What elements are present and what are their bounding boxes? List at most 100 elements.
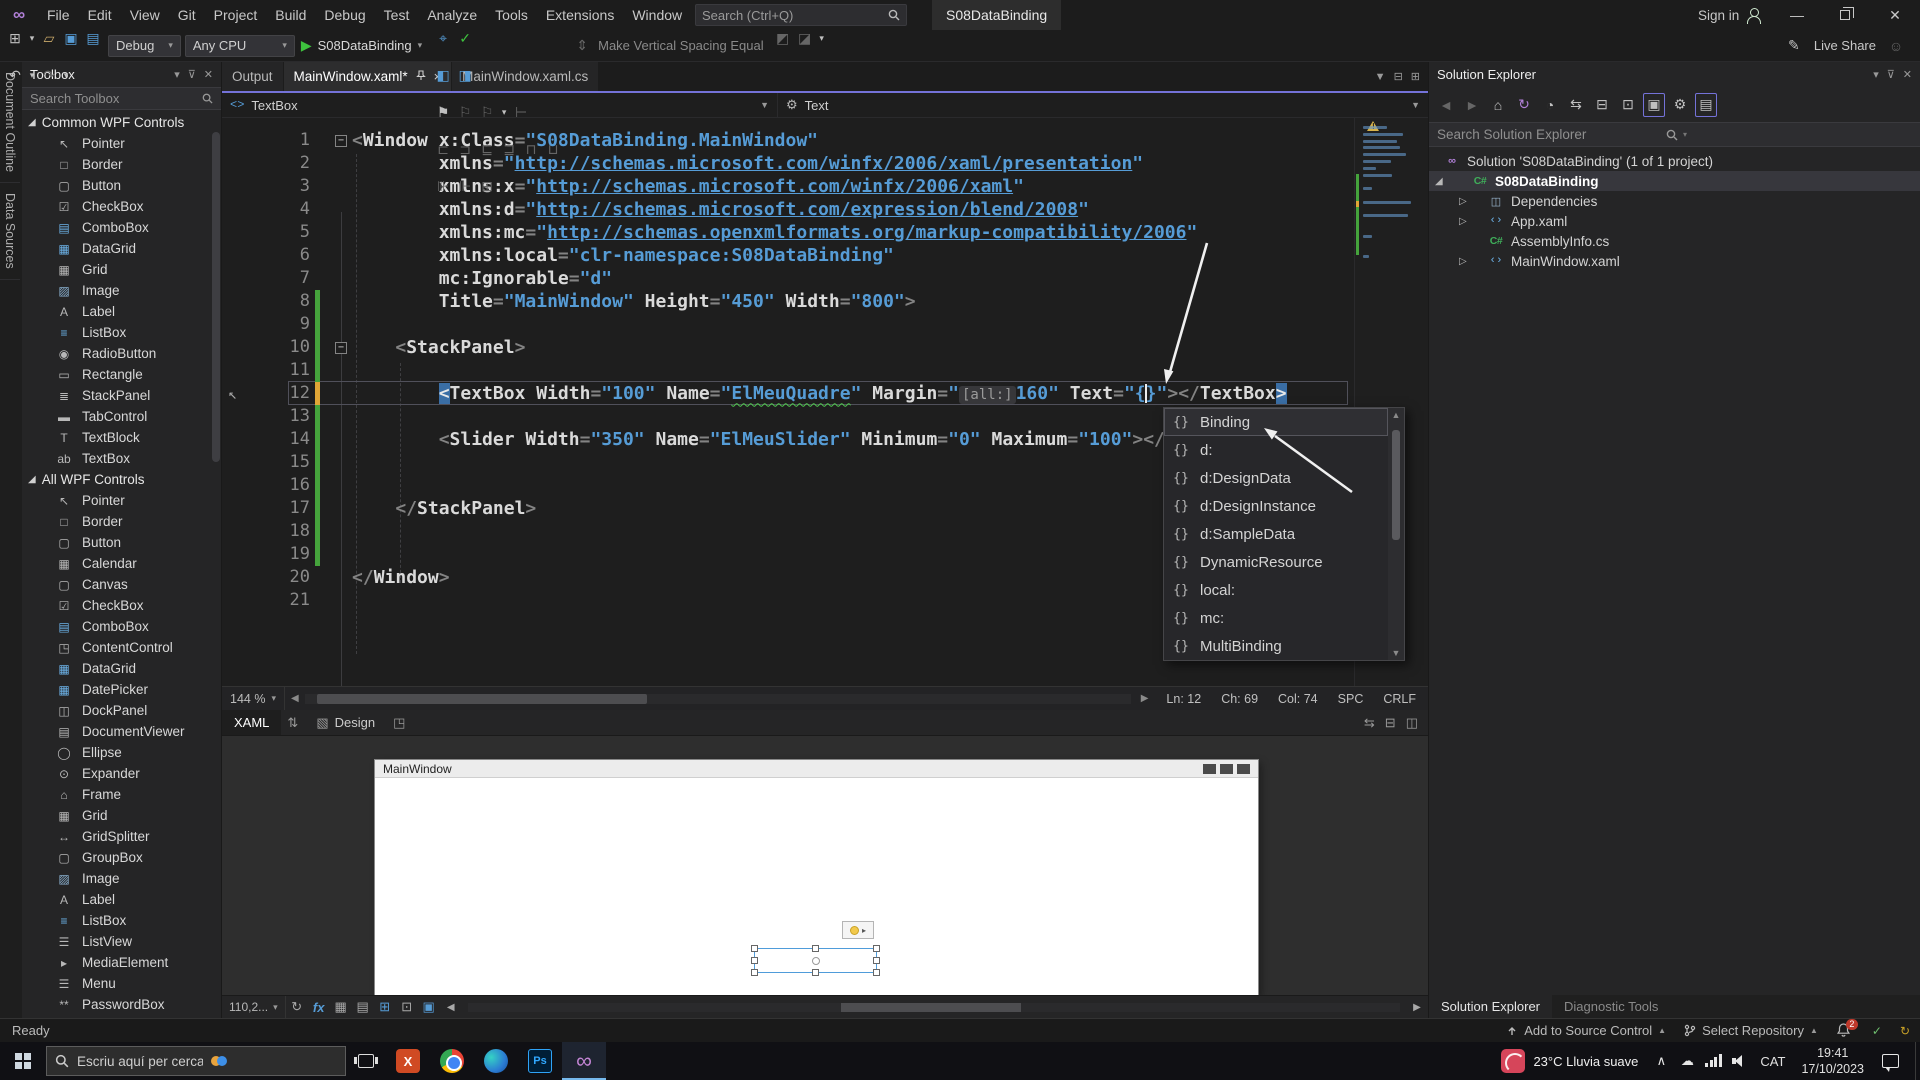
completion-item-d-designdata[interactable]: {} d:DesignData: [1164, 464, 1388, 492]
solution-toolbar-icon-5[interactable]: ⇆: [1565, 93, 1587, 117]
toolbox-item-datepicker[interactable]: ▦ DatePicker: [22, 679, 221, 700]
toolbar-icon[interactable]: ▣: [61, 27, 81, 49]
toolbar-icon[interactable]: ⊒: [499, 138, 519, 160]
volume-icon[interactable]: [1726, 1042, 1752, 1080]
select-repository-button[interactable]: Select Repository ▲: [1684, 1023, 1818, 1038]
completion-item-dynamicresource[interactable]: {} DynamicResource: [1164, 548, 1388, 576]
toolbar-icon[interactable]: ▱: [39, 27, 59, 49]
toolbar-icon[interactable]: ▾: [27, 64, 37, 86]
action-center-icon[interactable]: [1882, 1054, 1899, 1072]
xaml-view-tab[interactable]: XAML: [222, 710, 282, 735]
chevron-down-icon[interactable]: ▼: [1375, 71, 1386, 83]
show-desktop-button[interactable]: [1915, 1042, 1920, 1080]
toolbar-icon[interactable]: ⚑: [433, 101, 453, 123]
toolbox-item-textbox[interactable]: ab TextBox: [22, 448, 221, 469]
expander-icon[interactable]: ▷: [1459, 196, 1467, 207]
solution-toolbar-icon-8[interactable]: ▣: [1643, 92, 1665, 117]
toolbox-item-grid[interactable]: ▦ Grid: [22, 805, 221, 826]
feedback-icon[interactable]: ☺: [1886, 35, 1906, 57]
toolbox-item-border[interactable]: □ Border: [22, 154, 221, 175]
lightbulb-adorner[interactable]: ▸: [842, 921, 874, 939]
toolbar-icon[interactable]: ▾: [61, 64, 71, 86]
task-view-button[interactable]: [346, 1042, 386, 1080]
menu-item-analyze[interactable]: Analyze: [418, 0, 486, 30]
scroll-up-icon[interactable]: ▲: [1392, 408, 1401, 422]
taskbar-edge[interactable]: [474, 1042, 518, 1080]
panel-tab-solution-explorer[interactable]: Solution Explorer: [1429, 995, 1552, 1018]
toolbox-item-pointer[interactable]: ↖ Pointer: [22, 133, 221, 154]
menu-item-tools[interactable]: Tools: [486, 0, 537, 30]
toolbox-item-label[interactable]: A Label: [22, 889, 221, 910]
toolbox-item-radiobutton[interactable]: ◉ RadioButton: [22, 343, 221, 364]
toolbox-item-checkbox[interactable]: ☑ CheckBox: [22, 196, 221, 217]
toolbar-icon[interactable]: ◩: [773, 27, 793, 49]
toolbar-icon[interactable]: ⌖: [433, 27, 453, 49]
chevron-down-icon[interactable]: ▾: [174, 68, 180, 81]
toolbox-item-ellipse[interactable]: ◯ Ellipse: [22, 742, 221, 763]
toolbox-item-combobox[interactable]: ▤ ComboBox: [22, 616, 221, 637]
sign-in-button[interactable]: Sign in: [1698, 0, 1762, 30]
swap-panes-icon[interactable]: ⇅: [281, 715, 304, 731]
completion-item-multibinding[interactable]: {} MultiBinding: [1164, 632, 1388, 660]
toolbox-group-header[interactable]: ◢ All WPF Controls: [22, 469, 221, 490]
pending-status-icon[interactable]: ↻: [1900, 1024, 1910, 1038]
tray-expand-icon[interactable]: ∧: [1648, 1042, 1674, 1080]
toolbox-item-button[interactable]: ▢ Button: [22, 175, 221, 196]
sync-status-icon[interactable]: ✓: [1872, 1024, 1882, 1038]
menu-item-file[interactable]: File: [38, 0, 79, 30]
scroll-left-icon[interactable]: ◀: [440, 1002, 462, 1013]
completion-item-mc-[interactable]: {} mc:: [1164, 604, 1388, 632]
taskbar-search-box[interactable]: Escriu aquí per cercar: [46, 1046, 346, 1076]
toolbox-item-passwordbox[interactable]: ** PasswordBox: [22, 994, 221, 1015]
completion-item-local-[interactable]: {} local:: [1164, 576, 1388, 604]
toolbox-item-menu[interactable]: ☰ Menu: [22, 973, 221, 994]
close-button[interactable]: ✕: [1870, 0, 1920, 30]
code-line-12[interactable]: 12 ↖ <TextBox Width="100" Name="ElMeuQuad…: [222, 381, 1354, 405]
tree-item-solution-s08databinding-1-of-1-project-[interactable]: ∞ Solution 'S08DataBinding' (1 of 1 proje…: [1429, 151, 1920, 171]
solution-toolbar-icon-0[interactable]: ◄: [1435, 93, 1457, 117]
toolbar-icon[interactable]: ↷: [39, 64, 59, 86]
notifications-button[interactable]: 2: [1836, 1018, 1858, 1040]
toolbox-item-combobox[interactable]: ▤ ComboBox: [22, 217, 221, 238]
tree-item-s08databinding[interactable]: ◢ C# S08DataBinding: [1429, 171, 1920, 191]
keyboard-language[interactable]: CAT: [1752, 1054, 1793, 1069]
solution-toolbar-icon-7[interactable]: ⊡: [1617, 93, 1639, 117]
toolbar-icon[interactable]: ▾: [27, 27, 37, 49]
design-surface[interactable]: MainWindow ▸: [222, 736, 1428, 995]
toolbar-icon[interactable]: ✓: [455, 27, 475, 49]
toolbox-item-rectangle[interactable]: ▭ Rectangle: [22, 364, 221, 385]
solution-toolbar-icon-9[interactable]: ⚙: [1669, 93, 1691, 117]
make-vertical-spacing-equal-button[interactable]: ⇕ Make Vertical Spacing Equal: [568, 35, 767, 57]
menu-item-edit[interactable]: Edit: [79, 0, 121, 30]
split-window-icon[interactable]: ⊟: [1394, 70, 1403, 83]
scrollbar-thumb[interactable]: [316, 693, 647, 704]
toolbar-icon[interactable]: ◧: [433, 64, 453, 86]
taskbar-clock[interactable]: 19:41 17/10/2023: [1793, 1045, 1872, 1078]
close-icon[interactable]: ✕: [204, 68, 213, 81]
expander-icon[interactable]: ▷: [1459, 216, 1467, 227]
swap-split-icon[interactable]: ⇆: [1364, 715, 1375, 731]
toolbox-item-textblock[interactable]: T TextBlock: [22, 427, 221, 448]
toolbar-icon[interactable]: ⊞: [477, 175, 497, 197]
taskbar-photoshop[interactable]: Ps: [518, 1042, 562, 1080]
design-horizontal-scrollbar[interactable]: [467, 1002, 1400, 1012]
code-line-10[interactable]: 10 − <StackPanel>: [222, 335, 1354, 359]
toolbar-icon[interactable]: ⚐: [477, 101, 497, 123]
toolbox-item-frame[interactable]: ⌂ Frame: [22, 784, 221, 805]
minimize-button[interactable]: —: [1774, 0, 1820, 30]
solution-toolbar-icon-2[interactable]: ⌂: [1487, 93, 1509, 117]
solution-toolbar-icon-4[interactable]: ◔: [1539, 93, 1561, 117]
tree-item-assemblyinfo-cs[interactable]: C# AssemblyInfo.cs: [1429, 231, 1920, 251]
code-line-5[interactable]: 5 xmlns:mc="http://schemas.openxmlformat…: [222, 221, 1354, 244]
toolbar-icon[interactable]: ⊏: [433, 138, 453, 160]
toolbar-icon[interactable]: ⊔: [543, 138, 563, 160]
toolbox-item-listbox[interactable]: ≡ ListBox: [22, 322, 221, 343]
pin-icon[interactable]: ⊽: [188, 68, 196, 81]
menu-item-debug[interactable]: Debug: [315, 0, 374, 30]
toolbar-icon[interactable]: ▾: [817, 27, 827, 49]
toolbar-icon[interactable]: ↶: [5, 64, 25, 86]
start-debugging-button[interactable]: ▶ S08DataBinding ▾: [295, 34, 428, 58]
taskbar-visual-studio[interactable]: ∞: [562, 1042, 606, 1080]
pop-out-icon[interactable]: ◳: [387, 715, 411, 731]
toolbox-item-documentviewer[interactable]: ▤ DocumentViewer: [22, 721, 221, 742]
